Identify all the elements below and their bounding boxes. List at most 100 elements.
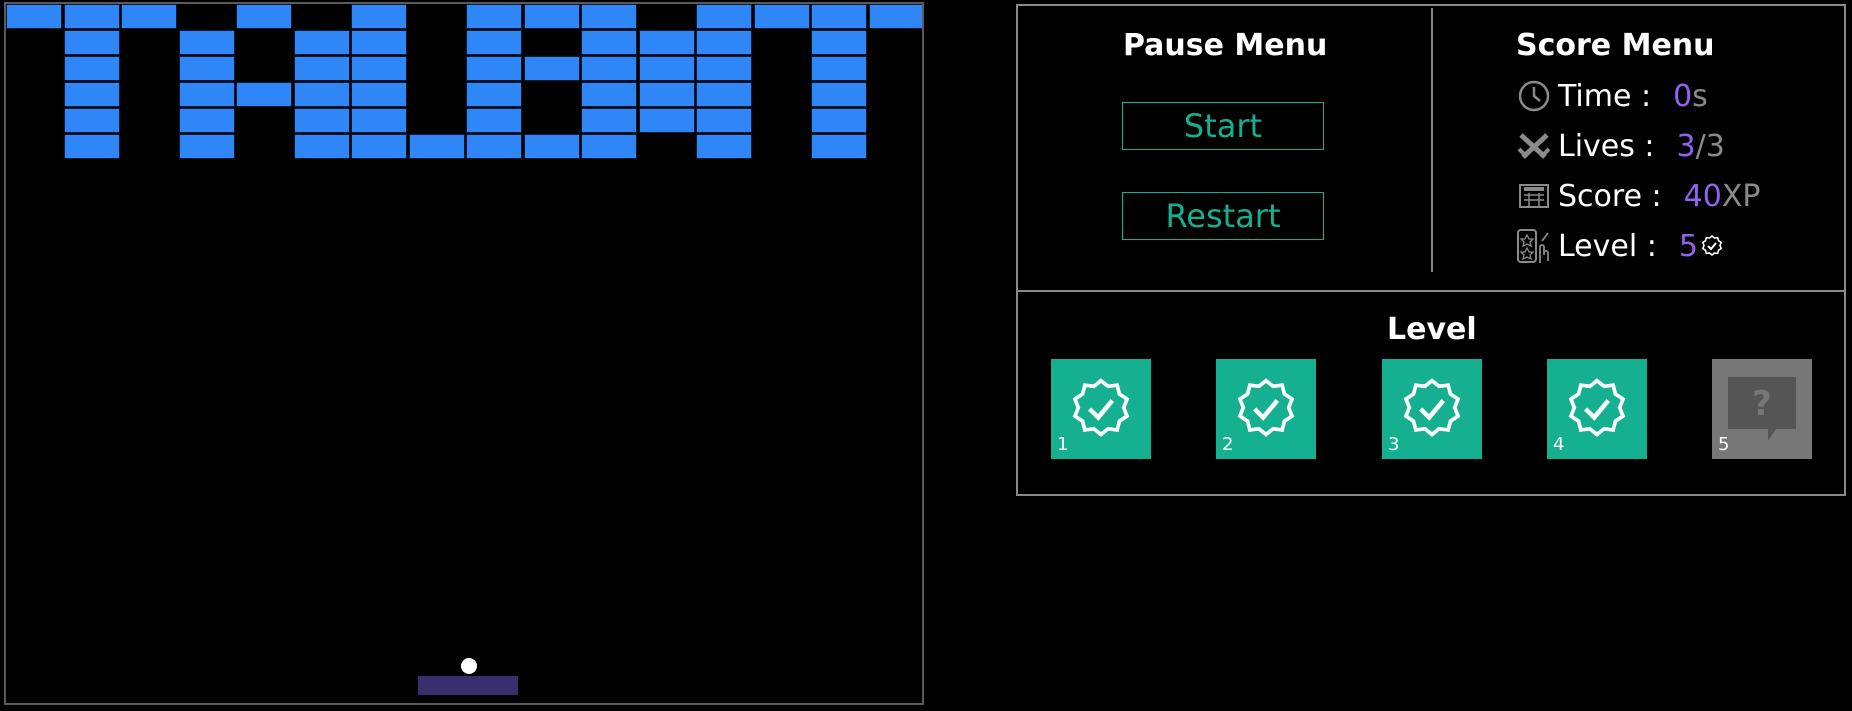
brick xyxy=(638,82,695,107)
score-unit: XP xyxy=(1721,178,1761,214)
brick xyxy=(293,82,350,107)
brick xyxy=(293,56,350,81)
brick xyxy=(178,56,235,81)
section-divider xyxy=(1018,290,1844,292)
brick xyxy=(581,134,637,159)
level-tile-4[interactable]: 4 xyxy=(1547,359,1647,459)
score-label: Score : xyxy=(1558,178,1662,214)
badge-check-icon xyxy=(1568,378,1626,437)
brick xyxy=(581,82,637,107)
brick xyxy=(466,108,522,133)
badge-check-icon xyxy=(1237,378,1295,437)
menu-divider xyxy=(1431,8,1433,272)
brick xyxy=(638,56,695,81)
game-canvas[interactable] xyxy=(4,2,924,705)
level-number: 2 xyxy=(1222,434,1234,455)
score-menu-title: Score Menu xyxy=(1516,28,1715,63)
brick xyxy=(63,82,120,107)
level-number: 5 xyxy=(1718,434,1730,455)
brick xyxy=(696,30,752,55)
brick xyxy=(293,134,350,159)
level-tile-5[interactable]: ? 5 xyxy=(1712,359,1812,459)
brick xyxy=(638,108,695,133)
brick xyxy=(811,4,867,29)
brick xyxy=(696,82,752,107)
scoreboard-icon xyxy=(1516,178,1552,214)
pause-menu-title: Pause Menu xyxy=(1123,28,1328,63)
brick xyxy=(178,108,235,133)
level-tile-2[interactable]: 2 xyxy=(1216,359,1316,459)
level-tile-3[interactable]: 3 xyxy=(1382,359,1482,459)
brick xyxy=(753,4,810,29)
score-stat: Score : 40 XP xyxy=(1516,178,1761,214)
brick xyxy=(466,30,522,55)
brick xyxy=(811,108,867,133)
brick xyxy=(236,4,292,29)
brick xyxy=(696,134,752,159)
brick xyxy=(811,134,867,159)
brick xyxy=(466,4,522,29)
brick xyxy=(293,108,350,133)
brick xyxy=(581,56,637,81)
brick xyxy=(178,82,235,107)
lives-label: Lives : xyxy=(1558,128,1655,164)
lives-value: 3 xyxy=(1676,128,1696,164)
time-unit: s xyxy=(1692,78,1708,114)
level-section-title: Level xyxy=(1387,312,1477,347)
lives-stat: Lives : 3/3 xyxy=(1516,128,1725,164)
level-tile-1[interactable]: 1 xyxy=(1051,359,1151,459)
brick xyxy=(466,134,522,159)
question-bubble-icon: ? xyxy=(1728,377,1796,441)
ball xyxy=(461,658,477,674)
level-value: 5 xyxy=(1678,228,1698,264)
brick xyxy=(121,4,177,29)
paddle[interactable] xyxy=(418,676,518,695)
brick xyxy=(63,30,120,55)
badge-check-icon xyxy=(1072,378,1130,437)
brick xyxy=(6,4,62,29)
brick xyxy=(63,108,120,133)
brick xyxy=(236,82,292,107)
time-label: Time : xyxy=(1558,78,1652,114)
brick xyxy=(178,134,235,159)
brick xyxy=(696,108,752,133)
level-number: 3 xyxy=(1388,434,1400,455)
lives-max: /3 xyxy=(1695,128,1725,164)
badge-check-icon xyxy=(1403,378,1461,437)
brick xyxy=(63,4,120,29)
level-number: 4 xyxy=(1553,434,1565,455)
brick xyxy=(351,134,407,159)
score-value: 40 xyxy=(1683,178,1722,214)
brick xyxy=(178,30,235,55)
brick xyxy=(696,4,752,29)
clock-icon xyxy=(1516,78,1552,114)
brick xyxy=(581,108,637,133)
brick xyxy=(523,4,580,29)
crossed-swords-icon xyxy=(1516,128,1552,164)
level-stat: Level : 5 xyxy=(1516,228,1724,264)
brick xyxy=(351,4,407,29)
brick xyxy=(638,30,695,55)
brick xyxy=(811,82,867,107)
restart-button[interactable]: Restart xyxy=(1122,192,1324,240)
brick xyxy=(868,4,922,29)
brick xyxy=(523,56,580,81)
time-stat: Time : 0s xyxy=(1516,78,1708,114)
brick xyxy=(408,134,465,159)
brick xyxy=(351,56,407,81)
brick xyxy=(351,82,407,107)
brick xyxy=(63,56,120,81)
brick xyxy=(811,30,867,55)
brick xyxy=(293,30,350,55)
side-panel: Pause Menu Start Restart Score Menu Time… xyxy=(1016,4,1846,496)
brick xyxy=(581,4,637,29)
time-value: 0 xyxy=(1673,78,1693,114)
level-card-icon xyxy=(1516,228,1552,264)
brick xyxy=(581,30,637,55)
start-button[interactable]: Start xyxy=(1122,102,1324,150)
brick xyxy=(466,82,522,107)
level-label: Level : xyxy=(1558,228,1657,264)
brick xyxy=(523,134,580,159)
brick xyxy=(63,134,120,159)
brick xyxy=(696,56,752,81)
